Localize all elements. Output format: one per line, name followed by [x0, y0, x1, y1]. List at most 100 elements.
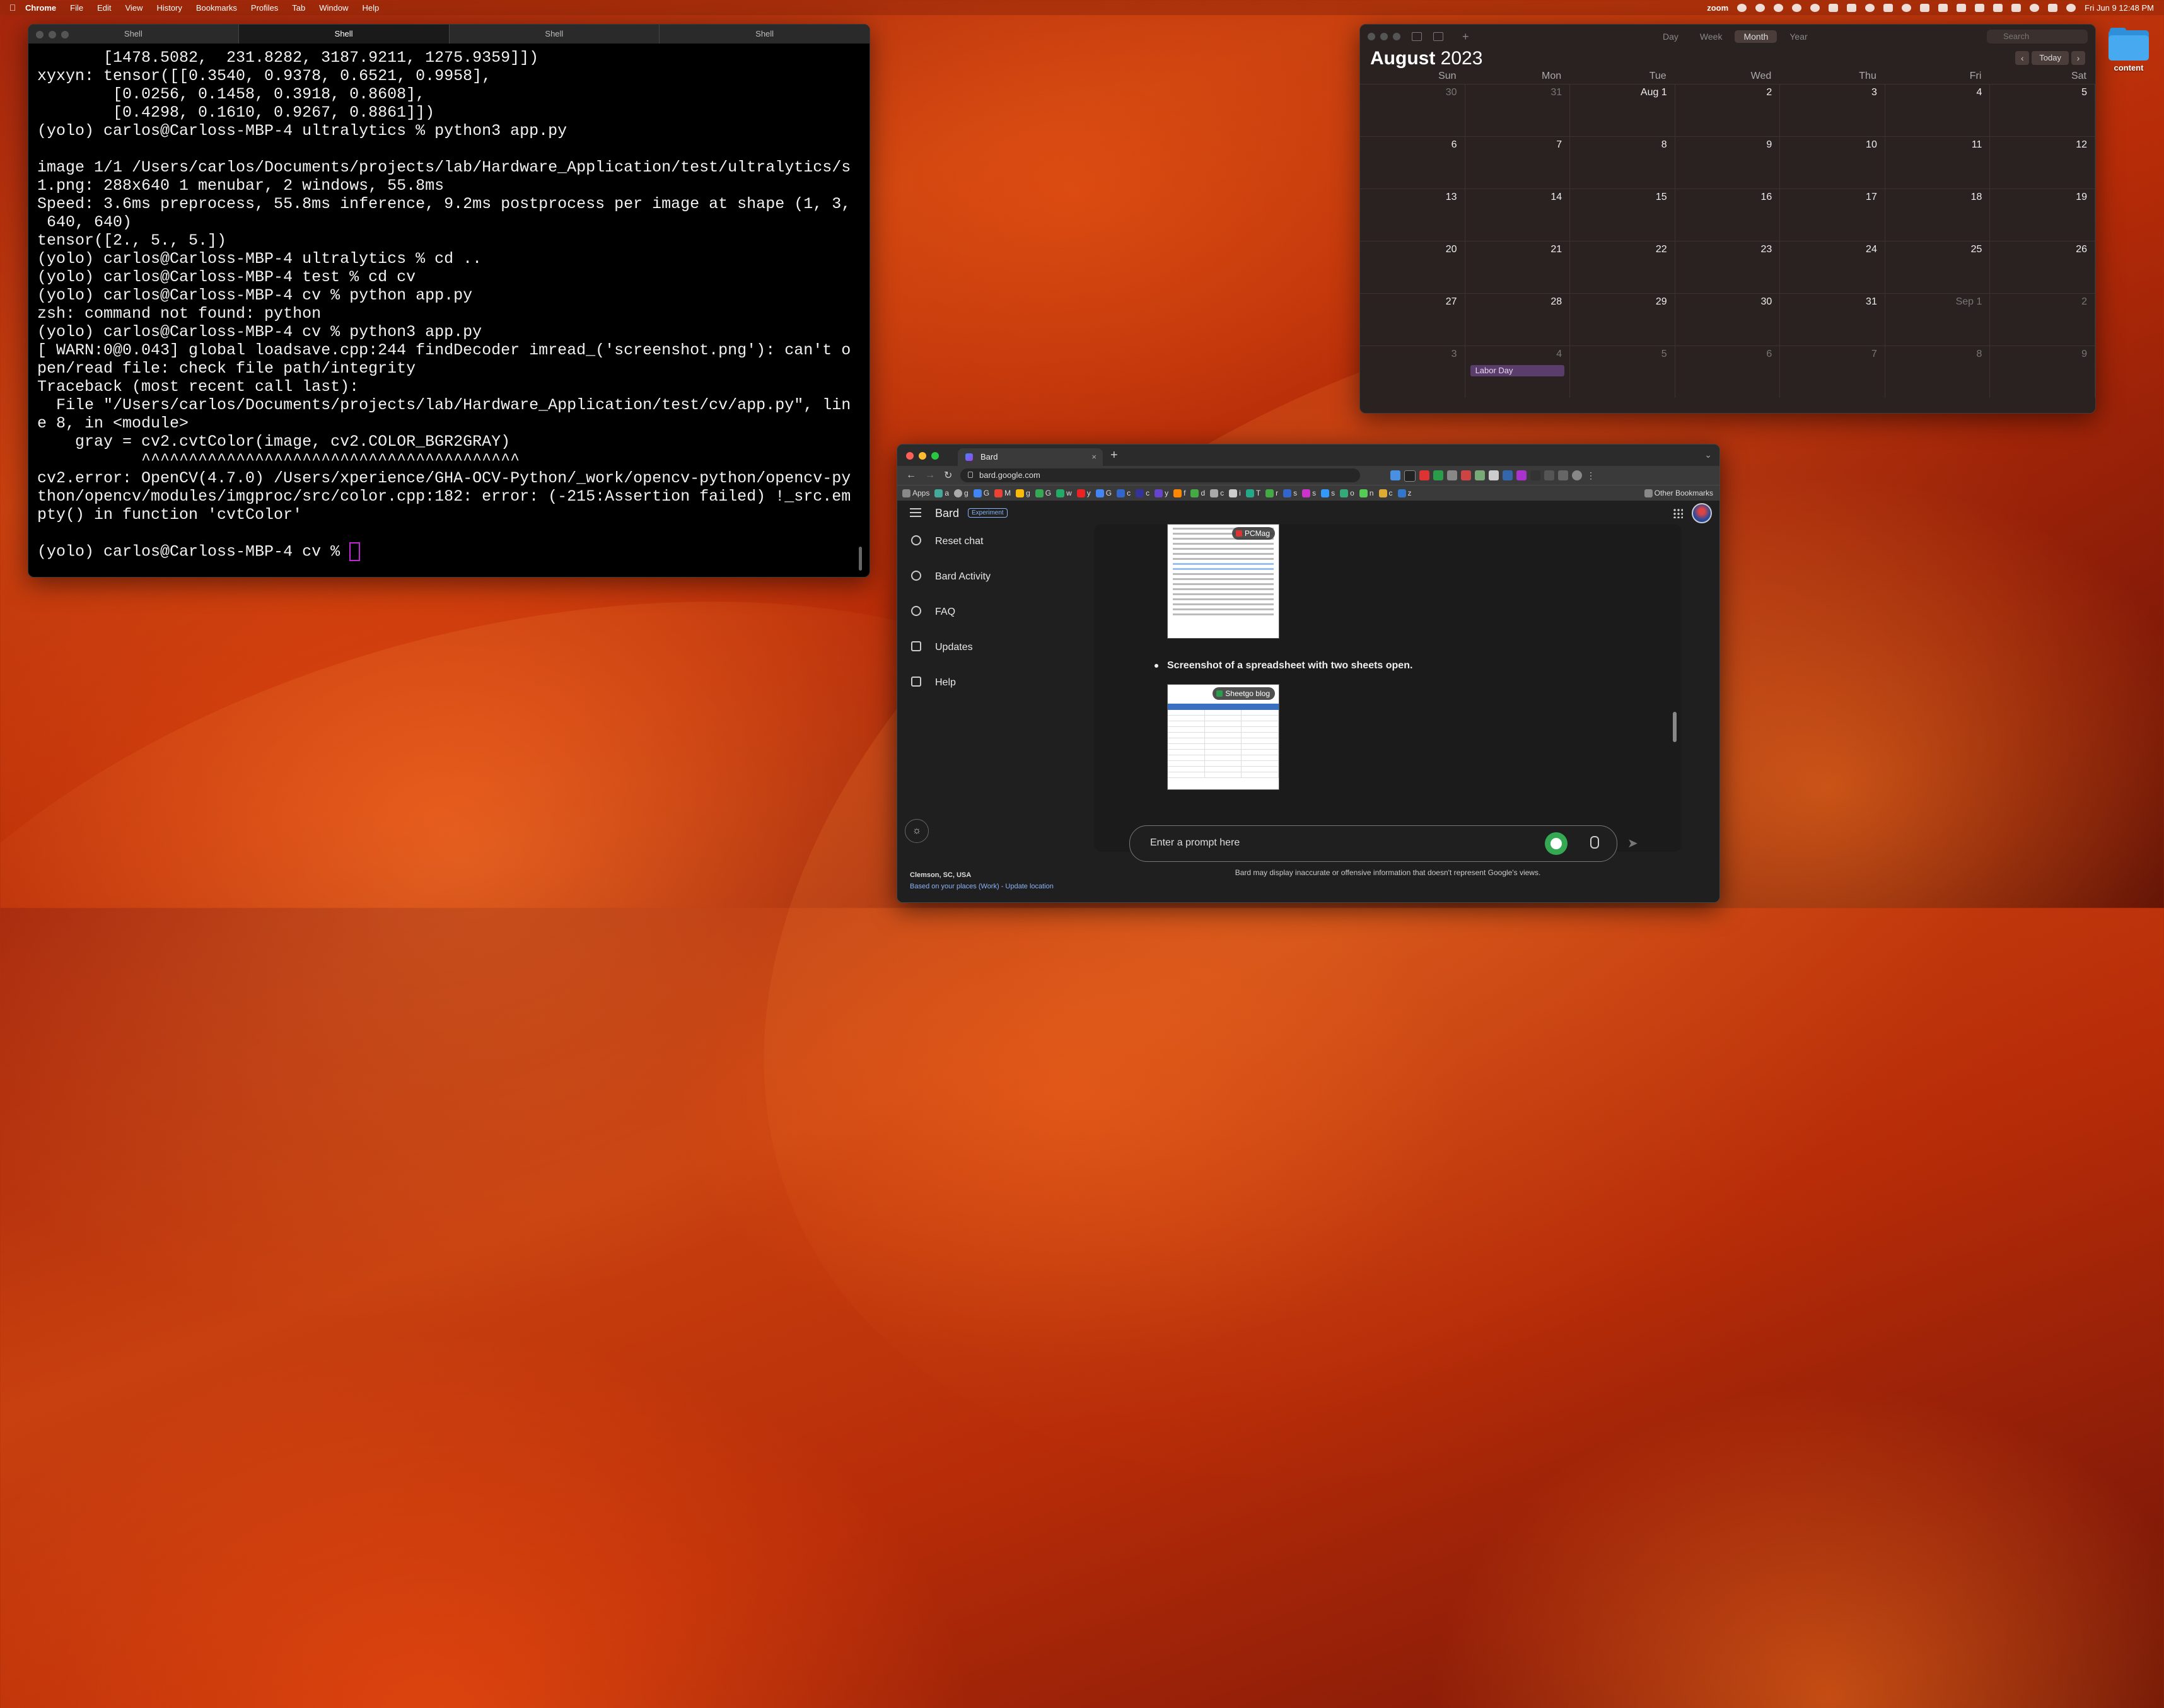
- bard-chat-area[interactable]: PCMag Screenshot of a spreadsheet with t…: [1094, 524, 1682, 852]
- day-cell[interactable]: 13: [1360, 189, 1465, 241]
- bookmark-item[interactable]: o: [1340, 489, 1354, 497]
- terminal-scrollbar[interactable]: [859, 547, 862, 571]
- bookmark-item[interactable]: d: [1190, 489, 1205, 497]
- prompt-box[interactable]: [1129, 825, 1617, 862]
- day-cell[interactable]: 12: [1990, 136, 2095, 189]
- tray-wifi-icon[interactable]: [2011, 3, 2021, 12]
- tray-adobe-icon[interactable]: [1810, 3, 1820, 12]
- extension-icon[interactable]: [1489, 470, 1499, 480]
- bookmark-item[interactable]: y: [1155, 489, 1168, 497]
- address-bar[interactable]: bard.google.com: [960, 468, 1360, 482]
- bookmark-item[interactable]: z: [1397, 489, 1412, 497]
- google-lens-icon[interactable]: [1545, 832, 1568, 855]
- menu-window[interactable]: Window: [319, 3, 348, 13]
- bookmark-item[interactable]: r: [1265, 489, 1278, 497]
- day-cell[interactable]: 21: [1465, 241, 1571, 293]
- bard-activity-button[interactable]: Bard Activity: [897, 559, 1093, 595]
- tray-settings-icon[interactable]: [1774, 3, 1784, 12]
- profile-icon[interactable]: [1572, 470, 1582, 480]
- tray-moon-icon[interactable]: [1902, 3, 1912, 12]
- desktop-folder[interactable]: content: [2106, 28, 2151, 73]
- bookmark-item[interactable]: c: [1136, 489, 1149, 497]
- zoom-tray-label[interactable]: zoom: [1707, 3, 1728, 13]
- bookmark-item[interactable]: g: [1016, 489, 1030, 497]
- bookmark-apps[interactable]: Apps: [902, 489, 929, 497]
- help-button[interactable]: Help: [897, 665, 1093, 700]
- prompt-input[interactable]: [1149, 837, 1517, 849]
- day-cell[interactable]: 7: [1780, 346, 1885, 398]
- day-cell[interactable]: 28: [1465, 293, 1571, 346]
- view-month[interactable]: Month: [1735, 30, 1777, 43]
- day-cell[interactable]: 2: [1675, 84, 1781, 136]
- terminal-tab-3[interactable]: Shell: [448, 25, 660, 44]
- sidepanel-icon[interactable]: [1558, 470, 1568, 480]
- day-cell[interactable]: 31: [1465, 84, 1571, 136]
- tab-close-icon[interactable]: ×: [1091, 448, 1097, 466]
- tray-search-icon[interactable]: [2030, 3, 2040, 12]
- minimize-icon[interactable]: [49, 31, 56, 38]
- bookmark-item[interactable]: y: [1076, 489, 1091, 497]
- bookmark-item[interactable]: c: [1117, 489, 1131, 497]
- bookmark-item[interactable]: s: [1321, 489, 1335, 497]
- google-apps-icon[interactable]: [1673, 508, 1683, 518]
- extension-icon[interactable]: [1390, 470, 1400, 480]
- location-source-link[interactable]: Based on your places (Work): [910, 883, 999, 890]
- day-cell[interactable]: 9: [1675, 136, 1781, 189]
- add-event-icon[interactable]: +: [1462, 30, 1469, 44]
- day-cell[interactable]: 18: [1885, 189, 1991, 241]
- tray-clock-icon[interactable]: [1957, 3, 1967, 12]
- tray-arrow-icon[interactable]: [1883, 3, 1894, 12]
- day-cell[interactable]: 4: [1885, 84, 1991, 136]
- close-icon[interactable]: [906, 452, 914, 460]
- today-button[interactable]: Today: [2032, 51, 2069, 65]
- day-cell[interactable]: 16: [1675, 189, 1781, 241]
- bookmark-item[interactable]: s: [1283, 489, 1297, 497]
- update-location-link[interactable]: Update location: [1005, 883, 1053, 890]
- day-cell[interactable]: 8: [1570, 136, 1675, 189]
- tray-infinity-icon[interactable]: [1847, 3, 1857, 12]
- day-cell[interactable]: 9: [1990, 346, 2095, 398]
- chat-scrollbar[interactable]: [1673, 712, 1677, 742]
- more-menu-icon[interactable]: ⋮: [1586, 470, 1596, 480]
- extension-icon[interactable]: [1419, 470, 1429, 480]
- day-cell[interactable]: 5: [1570, 346, 1675, 398]
- microphone-icon[interactable]: [1590, 836, 1599, 849]
- zoom-icon[interactable]: [1393, 33, 1400, 40]
- bookmark-item[interactable]: w: [1056, 489, 1072, 497]
- day-cell[interactable]: 20: [1360, 241, 1465, 293]
- day-cell[interactable]: 14: [1465, 189, 1571, 241]
- day-cell[interactable]: 30: [1675, 293, 1781, 346]
- tray-link-icon[interactable]: [1938, 3, 1948, 12]
- view-week[interactable]: Week: [1691, 30, 1731, 43]
- day-cell[interactable]: 30: [1360, 84, 1465, 136]
- new-tab-button[interactable]: +: [1110, 448, 1118, 463]
- terminal-tab-2[interactable]: Shell: [238, 25, 449, 44]
- apple-menu-icon[interactable]: : [0, 3, 25, 13]
- tab-search-icon[interactable]: ⌄: [1704, 450, 1712, 460]
- tray-siri-icon[interactable]: [2066, 3, 2076, 12]
- extension-icon[interactable]: [1503, 470, 1513, 480]
- day-cell[interactable]: 22: [1570, 241, 1675, 293]
- reload-icon[interactable]: ↻: [944, 469, 952, 482]
- inbox-icon[interactable]: [1433, 32, 1443, 41]
- minimize-icon[interactable]: [919, 452, 926, 460]
- back-icon[interactable]: ←: [906, 470, 916, 481]
- bookmark-item[interactable]: a: [934, 489, 949, 497]
- day-cell[interactable]: 3: [1780, 84, 1885, 136]
- tray-radiation-icon[interactable]: [1755, 3, 1766, 12]
- bookmark-item[interactable]: c: [1378, 489, 1393, 497]
- menu-edit[interactable]: Edit: [97, 3, 111, 13]
- puzzle-icon[interactable]: [1544, 470, 1554, 480]
- extension-icon[interactable]: [1530, 470, 1540, 480]
- menu-history[interactable]: History: [156, 3, 182, 13]
- theme-toggle-icon[interactable]: ☼: [905, 819, 929, 843]
- day-cell[interactable]: 6: [1360, 136, 1465, 189]
- tray-control-center-icon[interactable]: [2048, 3, 2058, 12]
- day-cell[interactable]: 2: [1990, 293, 2095, 346]
- bookmark-item[interactable]: G: [1035, 489, 1051, 497]
- calendar-event[interactable]: Labor Day: [1470, 365, 1565, 376]
- bookmark-item[interactable]: G: [1095, 489, 1112, 497]
- prev-month-button[interactable]: ‹: [2015, 51, 2030, 65]
- zoom-icon[interactable]: [931, 452, 939, 460]
- close-icon[interactable]: [1368, 33, 1375, 40]
